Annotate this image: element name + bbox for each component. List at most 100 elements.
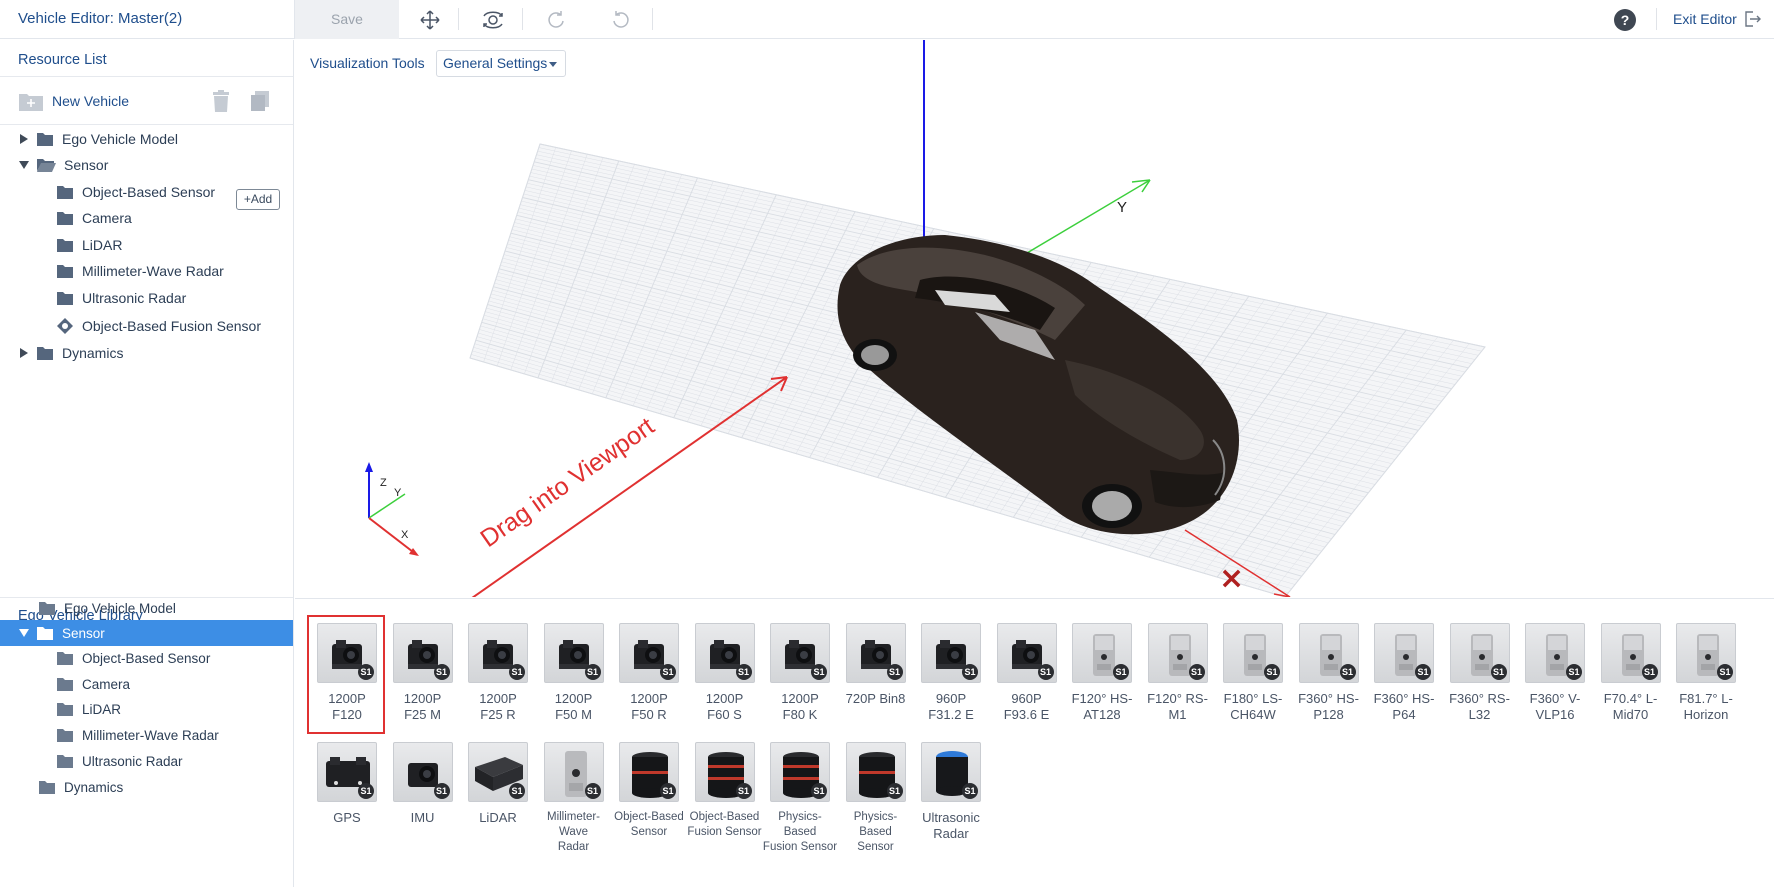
exit-icon xyxy=(1745,11,1761,27)
library-tree-item[interactable]: Ultrasonic Radar xyxy=(0,748,293,774)
library-item[interactable]: S1 F120° RS- M1 xyxy=(1140,623,1216,723)
resource-tree-item[interactable]: Object-Based Fusion Sensor xyxy=(0,313,293,339)
library-item[interactable]: S1 Ultrasonic Radar xyxy=(913,742,989,842)
delete-icon[interactable] xyxy=(211,90,231,112)
level-badge: S1 xyxy=(962,783,978,799)
library-tree-item[interactable]: Sensor xyxy=(0,620,293,646)
library-item-label: F120° HS- AT128 xyxy=(1064,691,1140,723)
library-tree-item[interactable]: Millimeter-Wave Radar xyxy=(0,722,293,748)
exit-editor-button[interactable]: Exit Editor xyxy=(1673,10,1761,28)
tree-item-label: LiDAR xyxy=(82,237,123,253)
library-item[interactable]: S1 960P F31.2 E xyxy=(913,623,989,723)
chevron-right-icon[interactable] xyxy=(18,134,30,144)
add-sensor-button[interactable]: +Add xyxy=(236,189,280,210)
library-item-label: LiDAR xyxy=(460,810,536,826)
new-vehicle-button[interactable]: New Vehicle xyxy=(18,90,129,112)
library-item-label: 1200P F120 xyxy=(309,691,385,723)
library-item[interactable]: S1 F360° V- VLP16 xyxy=(1517,623,1593,723)
library-item-label-line1: LiDAR xyxy=(479,810,517,825)
level-badge: S1 xyxy=(660,664,676,680)
library-item[interactable]: S1 1200P F25 M xyxy=(385,623,461,723)
library-item-label-line2: F50 R xyxy=(631,707,667,722)
resource-tree-item[interactable]: Ego Vehicle Model xyxy=(0,126,293,152)
tree-item-label: LiDAR xyxy=(82,701,122,717)
library-item-label-line2: Sensor xyxy=(630,826,668,838)
resource-tree-item[interactable]: Millimeter-Wave Radar xyxy=(0,258,293,284)
library-item-label-line1: 1200P xyxy=(630,691,668,706)
library-item-label-line1: F120° RS- xyxy=(1147,691,1208,706)
library-item-label-line1: F180° LS- xyxy=(1223,691,1283,706)
library-item[interactable]: S1 GPS xyxy=(309,742,385,826)
library-item[interactable]: S1 F70.4° L- Mid70 xyxy=(1593,623,1669,723)
level-badge: S1 xyxy=(509,664,525,680)
library-item[interactable]: S1 960P F93.6 E xyxy=(989,623,1065,723)
save-button[interactable]: Save xyxy=(295,0,399,39)
library-item[interactable]: S1 1200P F50 R xyxy=(611,623,687,723)
chevron-right-icon[interactable] xyxy=(18,348,30,358)
library-item-label-line1: F70.4° L- xyxy=(1603,691,1658,706)
tree-item-label: Object-Based Fusion Sensor xyxy=(82,318,261,334)
folder-icon xyxy=(56,264,74,279)
library-tree-item[interactable]: LiDAR xyxy=(0,696,293,722)
folder-icon xyxy=(38,780,56,795)
library-item-label-line2: Fusion Sensor xyxy=(762,841,838,853)
library-item[interactable]: S1 1200P F50 M xyxy=(536,623,612,723)
library-item-label: 720P Bin8 xyxy=(838,691,914,707)
library-tree-item[interactable]: Camera xyxy=(0,671,293,697)
library-item-label-line1: Object-Based xyxy=(689,811,760,823)
library-tree-item[interactable]: Ego Vehicle Model xyxy=(0,595,293,621)
library-item[interactable]: S1 F180° LS- CH64W xyxy=(1215,623,1291,723)
library-item[interactable]: S1 1200P F60 S xyxy=(687,623,763,723)
library-item-label-line2: P64 xyxy=(1392,707,1416,722)
library-item[interactable]: S1 720P Bin8 xyxy=(838,623,914,707)
move-icon[interactable] xyxy=(416,6,444,34)
level-badge: S1 xyxy=(811,783,827,799)
cylinder-fusion-icon: S1 xyxy=(694,742,755,802)
copy-icon[interactable] xyxy=(249,90,271,112)
library-tree-item[interactable]: Object-Based Sensor xyxy=(0,645,293,671)
level-badge: S1 xyxy=(1113,664,1129,680)
chevron-down-icon[interactable] xyxy=(18,161,30,169)
library-item-label: GPS xyxy=(309,810,385,826)
library-item[interactable]: S1 F360° RS- L32 xyxy=(1442,623,1518,723)
viewport[interactable]: Visualization Tools General Settings Y × xyxy=(295,40,1774,597)
library-item-label: 1200P F50 R xyxy=(611,691,687,723)
resource-tree-item[interactable]: Sensor xyxy=(0,152,293,178)
library-item[interactable]: S1 F81.7° L- Horizon xyxy=(1668,623,1744,723)
resource-tree-item[interactable]: Dynamics xyxy=(0,340,293,366)
library-item-label-line1: F120° HS- xyxy=(1071,691,1133,706)
library-item[interactable]: S1 1200P F80 K xyxy=(762,623,838,723)
library-item[interactable]: S1 Object-Based Sensor xyxy=(611,742,687,840)
resource-tree-item[interactable]: Ultrasonic Radar xyxy=(0,285,293,311)
library-item[interactable]: S1 F120° HS- AT128 xyxy=(1064,623,1140,723)
chevron-down-icon[interactable] xyxy=(18,629,30,637)
level-badge: S1 xyxy=(358,664,374,680)
level-badge: S1 xyxy=(1641,664,1658,680)
undo-icon[interactable] xyxy=(542,6,570,34)
library-item[interactable]: S1 1200P F120 xyxy=(309,623,385,723)
divider xyxy=(0,76,293,77)
left-panel: Resource List New Vehicle Ego Vehicle Mo… xyxy=(0,40,294,887)
library-item-label: F180° LS- CH64W xyxy=(1215,691,1291,723)
library-item[interactable]: S1 Millimeter-Wave Radar xyxy=(536,742,612,855)
resource-tree-item[interactable]: LiDAR xyxy=(0,232,293,258)
library-item-label-line2: F80 K xyxy=(782,707,818,722)
help-icon[interactable]: ? xyxy=(1614,9,1636,31)
scene-3d[interactable]: Y × Drag into Viewport Z Y X xyxy=(295,40,1774,597)
library-item[interactable]: S1 Object-Based Fusion Sensor xyxy=(687,742,763,840)
library-item[interactable]: S1 F360° HS- P128 xyxy=(1291,623,1367,723)
library-item-label-line1: F360° RS- xyxy=(1449,691,1510,706)
redo-icon[interactable] xyxy=(607,6,635,34)
library-tree-item[interactable]: Dynamics xyxy=(0,774,293,800)
library-item[interactable]: S1 1200P F25 R xyxy=(460,623,536,723)
camera-icon: S1 xyxy=(770,623,830,683)
library-item[interactable]: S1 Physics-Based Sensor xyxy=(838,742,914,855)
folder-icon xyxy=(56,651,74,666)
vehicle-model[interactable] xyxy=(837,235,1240,535)
library-item[interactable]: S1 IMU xyxy=(385,742,461,826)
library-item[interactable]: S1 F360° HS- P64 xyxy=(1366,623,1442,723)
library-item-label-line1: F81.7° L- xyxy=(1679,691,1733,706)
library-item[interactable]: S1 LiDAR xyxy=(460,742,536,826)
rotate-view-icon[interactable] xyxy=(479,6,507,34)
library-item[interactable]: S1 Physics-Based Fusion Sensor xyxy=(762,742,838,855)
